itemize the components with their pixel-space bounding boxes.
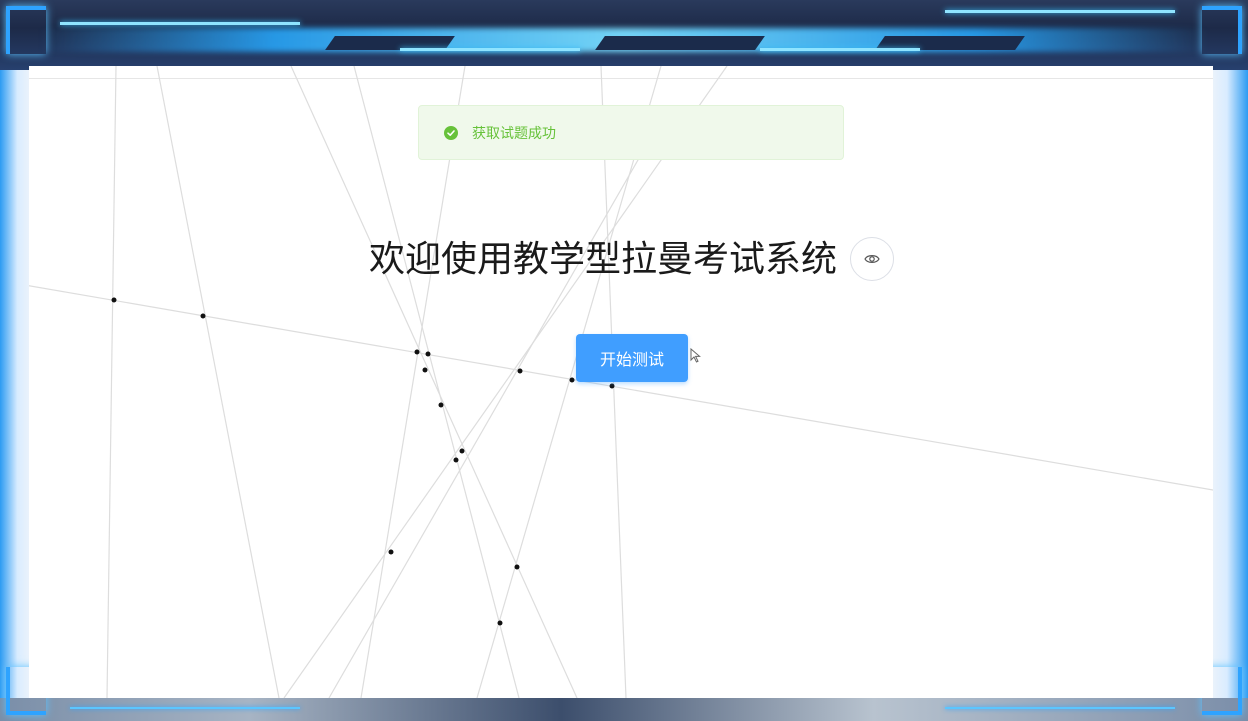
page-title: 欢迎使用教学型拉曼考试系统 [369,239,838,280]
success-toast: 获取试题成功 [418,105,844,160]
check-circle-icon [444,125,458,140]
frame-left-rail [0,70,29,698]
particle-lines-background [29,66,1213,698]
frame-corner-top-left [6,6,46,54]
main-panel: 获取试题成功 欢迎使用教学型拉曼考试系统 开始测试 [29,66,1213,698]
visibility-toggle-button[interactable] [850,237,894,281]
toast-message: 获取试题成功 [472,125,556,142]
frame-corner-top-right [1202,6,1242,54]
mouse-cursor-icon [690,348,701,363]
start-test-button[interactable]: 开始测试 [576,334,688,382]
frame-right-rail [1213,70,1248,698]
frame-top-bar [0,0,1248,70]
title-row: 欢迎使用教学型拉曼考试系统 [29,226,1213,286]
eye-icon [864,255,880,263]
frame-bottom-bar [0,698,1248,721]
